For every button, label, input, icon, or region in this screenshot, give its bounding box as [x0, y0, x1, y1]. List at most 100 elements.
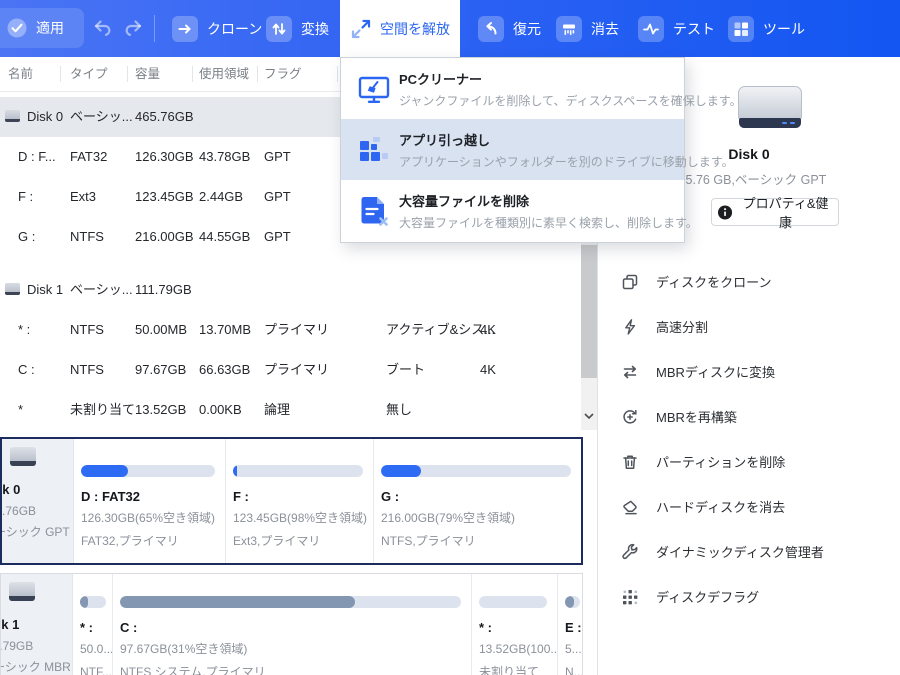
menu-item-wipe-disk[interactable]: ハードディスクを消去 [598, 484, 900, 529]
row-capacity: 50.00MB [135, 322, 188, 337]
clone-disk-icon [620, 272, 640, 292]
row-capacity: 123.45GB [135, 189, 194, 204]
toolbar-item-convert[interactable]: 変換 [266, 0, 329, 57]
toolbar-item-label: クローン [207, 20, 263, 37]
toolbar-item-label: ツール [763, 20, 805, 37]
partition-card-unallocated[interactable]: * : 13.52GB(100... 未割り当て [472, 574, 558, 675]
partition-title: * : [80, 620, 93, 635]
row-sector: 4K [480, 322, 496, 337]
menu-item-label: ダイナミックディスク管理者 [656, 545, 824, 560]
apply-button[interactable]: 適用 [0, 8, 84, 48]
menu-item-quick-partition[interactable]: 高速分割 [598, 304, 900, 349]
toolbar-item-erase[interactable]: 消去 [556, 0, 619, 57]
redo-icon[interactable] [122, 17, 144, 39]
clone-icon [172, 15, 198, 42]
partition-card-e[interactable]: E : 5... N... [558, 574, 582, 675]
toolbar-item-recover[interactable]: 復元 [478, 0, 541, 57]
eraser-icon [620, 497, 640, 517]
partition-card-c[interactable]: C : 97.67GB(31%空き領域) NTFS システム,プライマリ [113, 574, 472, 675]
column-header-capacity[interactable]: 容量 [135, 57, 160, 91]
menu-item-label: 高速分割 [656, 320, 709, 335]
row-status: 無し [386, 402, 413, 417]
partition-fs: NTF... [80, 665, 112, 675]
partition-title: F : [233, 489, 249, 504]
header-divider [60, 66, 61, 82]
row-type: ベーシッ... [70, 282, 133, 297]
row-flag: プライマリ [264, 362, 330, 377]
usage-bar [381, 465, 571, 477]
menu-item-clone-disk[interactable]: ディスクをクローン [598, 259, 900, 304]
disk-icon [9, 582, 35, 601]
row-capacity: 216.00GB [135, 229, 194, 244]
toolbar-item-tools[interactable]: ツール [728, 0, 805, 57]
column-header-flag[interactable]: フラグ [264, 57, 302, 91]
disk1-map-info[interactable]: Disk 1 111.79GB ベーシック MBR [1, 574, 73, 675]
row-name: C : [18, 362, 35, 377]
free-space-dropdown: PCクリーナー ジャンクファイルを削除して、ディスクスペースを確保します。 アプ… [340, 57, 742, 243]
column-header-name[interactable]: 名前 [8, 57, 33, 91]
menu-item-convert-mbr[interactable]: MBRディスクに変換 [598, 349, 900, 394]
properties-health-label: プロパティ&健康 [742, 196, 829, 230]
toolbar: 適用 クローン 変換 空間を解放 復元 消去 テスト ツール [0, 0, 900, 57]
dropdown-item-app-migration[interactable]: アプリ引っ越し アプリケーションやフォルダーを別のドライブに移動します。 [341, 119, 734, 180]
scrollbar-thumb[interactable] [581, 245, 597, 378]
partition-capacity: 216.00GB(79%空き領域) [381, 511, 516, 525]
swap-arrows-icon [620, 362, 640, 382]
table-row-c[interactable]: C : NTFS 97.67GB 66.63GB プライマリ ブート 4K [0, 350, 581, 390]
row-used: 66.63GB [199, 362, 251, 377]
row-name: Disk 1 [27, 282, 64, 297]
partition-card-d[interactable]: D : FAT32 126.30GB(65%空き領域) FAT32,プライマリ [74, 439, 226, 563]
usage-bar [565, 596, 580, 608]
toolbar-tab-label: 空間を解放 [380, 20, 450, 37]
partition-card-g[interactable]: G : 216.00GB(79%空き領域) NTFS,プライマリ [374, 439, 581, 563]
recover-icon [478, 15, 504, 42]
partition-capacity: 126.30GB(65%空き領域) [81, 511, 216, 525]
partition-fs: NTFS,プライマリ [381, 534, 476, 548]
table-row-sys[interactable]: * : NTFS 50.00MB 13.70MB プライマリ アクティブ&シス.… [0, 310, 581, 350]
disk0-map-info[interactable]: Disk 0 465.76GB ベーシック GPT [2, 439, 74, 563]
partition-fs: N... [565, 665, 582, 675]
partition-card-f[interactable]: F : 123.45GB(98%空き領域) Ext3,プライマリ [226, 439, 374, 563]
menu-item-label: MBRディスクに変換 [656, 365, 775, 380]
disk-map-name: Disk 1 [1, 617, 20, 632]
disk-map-name: Disk 0 [2, 482, 21, 497]
row-used: 43.78GB [199, 149, 251, 164]
row-name: * : [18, 322, 31, 337]
partition-fs: NTFS システム,プライマリ [120, 665, 266, 675]
partition-title: D : FAT32 [81, 489, 140, 504]
menu-item-dynamic-disk[interactable]: ダイナミックディスク管理者 [598, 529, 900, 574]
convert-icon [266, 15, 292, 42]
table-row-disk1[interactable]: Disk 1 ベーシッ... 111.79GB [0, 270, 581, 310]
usage-bar [80, 596, 106, 608]
toolbar-tab-free-space[interactable]: 空間を解放 [340, 0, 460, 57]
row-capacity: 13.52GB [135, 402, 187, 417]
partition-capacity: 13.52GB(100... [479, 642, 558, 656]
scroll-down-icon[interactable] [584, 413, 594, 420]
partition-card-sys[interactable]: * : 50.0... NTF... [73, 574, 113, 675]
delete-large-files-icon [361, 196, 388, 226]
menu-item-delete-partition[interactable]: パーティションを削除 [598, 439, 900, 484]
undo-icon[interactable] [92, 17, 114, 39]
toolbar-item-clone[interactable]: クローン [172, 0, 262, 57]
column-header-type[interactable]: タイプ [70, 57, 108, 91]
row-name: Disk 0 [27, 109, 64, 124]
defrag-grid-icon [620, 587, 640, 607]
column-header-used[interactable]: 使用領域 [199, 57, 249, 91]
pc-cleaner-icon [358, 76, 390, 103]
menu-item-label: MBRを再構築 [656, 410, 737, 425]
toolbar-item-label: 変換 [301, 20, 329, 37]
toolbar-item-test[interactable]: テスト [638, 0, 715, 57]
table-row-unallocated[interactable]: * 未割り当て 13.52GB 0.00KB 論理 無し [0, 390, 581, 430]
disk-icon [5, 110, 20, 122]
partition-title: C : [120, 620, 138, 635]
dropdown-item-delete-large-files[interactable]: 大容量ファイルを削除 大容量ファイルを種類別に素早く検索し、削除します。 [341, 180, 698, 241]
row-name: * [18, 402, 24, 417]
menu-item-defrag[interactable]: ディスクデフラグ [598, 574, 900, 619]
menu-item-rebuild-mbr[interactable]: MBRを再構築 [598, 394, 900, 439]
disk-action-menu: ディスクをクローン 高速分割 MBRディスクに変換 MBRを再構築 パーティショ… [598, 259, 900, 619]
dropdown-item-pc-cleaner[interactable]: PCクリーナー ジャンクファイルを削除して、ディスクスペースを確保します。 [341, 58, 742, 119]
properties-health-button[interactable]: プロパティ&健康 [711, 196, 839, 230]
usage-bar [120, 596, 461, 608]
row-used: 13.70MB [199, 322, 252, 337]
trash-icon [620, 452, 640, 472]
